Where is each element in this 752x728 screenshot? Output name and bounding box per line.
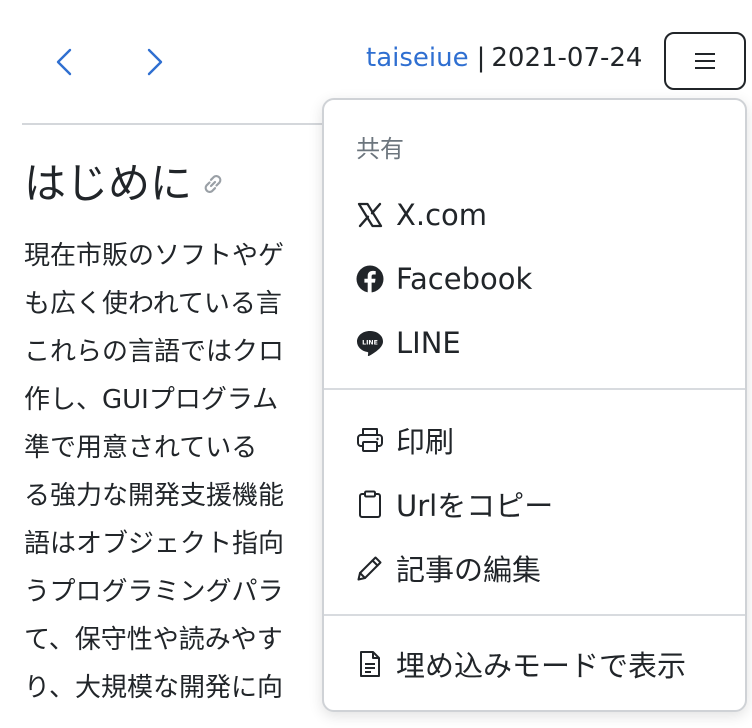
embed-mode-item[interactable]: 埋め込みモードで表示 [354,642,686,686]
body-line: 作し、GUIプログラム [24,385,279,415]
x-logo-icon [354,199,386,231]
article-body: 現在市販のソフトやゲ も広く使われている言 これらの言語ではクロ 作し、GUIプ… [24,232,324,712]
menu-toggle-button[interactable] [664,32,746,90]
facebook-icon [354,263,386,295]
svg-text:LINE: LINE [362,339,378,346]
line-icon: LINE [354,327,386,359]
body-line: 準で用意されている [24,433,258,463]
edit-article-label: 記事の編集 [396,553,542,587]
embed-mode-label: 埋め込みモードで表示 [396,649,687,683]
edit-article-item[interactable]: 記事の編集 [354,546,541,590]
article-heading: はじめに [24,156,228,212]
next-article-button[interactable] [141,44,169,80]
author-link[interactable]: taiseiue [366,43,469,73]
share-line-label: LINE [396,326,461,360]
body-line: も広く使われている言 [24,289,282,319]
share-facebook-label: Facebook [396,262,533,296]
meta-separator: | [476,43,486,73]
copy-url-label: Urlをコピー [396,489,554,523]
copy-url-item[interactable]: Urlをコピー [354,482,553,526]
link-anchor-icon[interactable] [198,169,228,199]
share-facebook-item[interactable]: Facebook [354,257,532,301]
dropdown-divider [324,614,745,616]
pencil-icon [354,552,386,584]
share-dropdown-menu: 共有 X.com Facebook LINE LINE 印刷 Urlをコピー 記… [322,98,747,712]
publish-date: 2021-07-24 [491,43,643,73]
heading-text: はじめに [24,159,193,208]
header-divider [22,123,322,125]
share-x-label: X.com [396,198,488,232]
body-line: る強力な開発支援機能 [24,481,285,511]
clipboard-icon [354,488,386,520]
body-line: 語はオブジェクト指向 [24,529,285,559]
page: taiseiue | 2021-07-24 はじめに 現在市販のソフトやゲ も広く使… [0,0,752,728]
body-line: り、大規模な開発に向 [24,673,283,703]
article-meta: taiseiue | 2021-07-24 [366,40,642,76]
print-label: 印刷 [396,425,455,459]
share-line-item[interactable]: LINE LINE [354,321,461,365]
body-line: 現在市販のソフトやゲ [24,241,285,271]
hamburger-icon [695,53,715,69]
chevron-right-icon [147,48,163,76]
chevron-left-icon [56,48,72,76]
share-header: 共有 [356,135,404,163]
body-line: うプログラミングパラ [24,577,284,607]
body-line: て、保守性や読みやす [24,625,283,655]
body-line: これらの言語ではクロ [24,337,285,367]
share-x-item[interactable]: X.com [354,193,487,237]
document-icon [354,648,386,680]
prev-article-button[interactable] [50,44,78,80]
dropdown-divider [324,388,745,390]
print-item[interactable]: 印刷 [354,418,454,462]
printer-icon [354,424,386,456]
